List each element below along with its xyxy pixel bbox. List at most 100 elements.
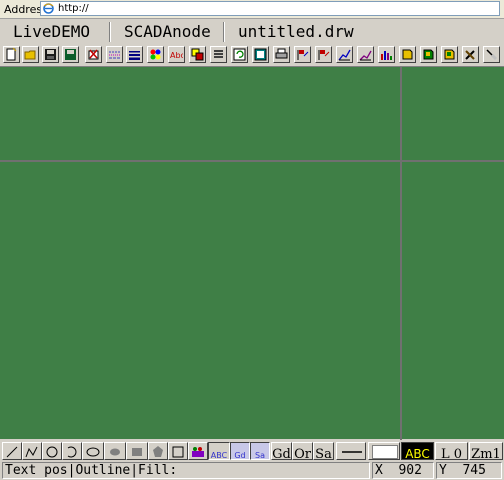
drawing-tools: ABC Gd Sa Gd Or Sa ABC L 0 Zm1 — [0, 441, 504, 462]
line-tool[interactable] — [2, 442, 22, 460]
filled-rect-tool[interactable] — [126, 442, 148, 460]
zoom-label: Zm1 — [471, 447, 501, 462]
tag-flag-2-icon — [318, 50, 330, 60]
symbol-library-icon — [192, 447, 204, 457]
color-button[interactable] — [147, 46, 164, 63]
object-button-2[interactable] — [420, 46, 437, 63]
open-button[interactable] — [22, 46, 39, 63]
grid-line-vertical — [400, 67, 402, 440]
fill-icon — [191, 48, 204, 61]
object-3-icon — [444, 49, 455, 60]
document-filename: untitled.drw — [228, 22, 504, 42]
address-bar: Address http:// — [0, 0, 504, 19]
cut-icon — [88, 49, 99, 60]
url-input[interactable]: http:// — [40, 1, 500, 16]
layer-selector[interactable]: L 0 — [435, 442, 468, 462]
layers-icon — [214, 50, 223, 58]
svg-text:Abc: Abc — [170, 51, 183, 60]
tools-button[interactable] — [462, 46, 479, 63]
open-folder-icon — [24, 50, 36, 60]
arc-tool[interactable] — [62, 442, 82, 460]
line-thickness-selector[interactable] — [336, 442, 366, 460]
help-icon — [486, 49, 498, 61]
text-button[interactable]: Abc — [168, 46, 185, 63]
text-sa-tool[interactable]: Sa — [250, 442, 270, 460]
object-icon — [402, 49, 413, 60]
object-button[interactable] — [399, 46, 416, 63]
save-icon — [45, 49, 56, 60]
save-as-icon — [65, 49, 76, 60]
status-mode-text: Text pos|Outline|Fill: — [2, 462, 370, 479]
tag-button[interactable] — [294, 46, 311, 63]
grid-line-horizontal — [0, 160, 504, 162]
grid-icon — [254, 48, 267, 61]
ellipse-tool[interactable] — [82, 442, 104, 460]
text-gd-tool[interactable]: Gd — [230, 442, 250, 460]
grid-button[interactable] — [252, 46, 269, 63]
object-2-icon — [423, 49, 434, 60]
bar-chart-icon — [381, 51, 392, 60]
text-sa-label: Sa — [255, 451, 265, 460]
trend-button-2[interactable] — [357, 46, 374, 63]
line-width-button[interactable] — [126, 46, 143, 63]
bar-chart-button[interactable] — [378, 46, 395, 63]
rectangle-tool[interactable] — [168, 442, 188, 460]
line-thickness-icon — [342, 451, 362, 453]
line-width-icon — [129, 51, 140, 60]
app-name: LiveDEMO — [3, 22, 111, 42]
circle-tool[interactable] — [42, 442, 62, 460]
trend-icon — [338, 49, 351, 61]
refresh-button[interactable] — [231, 46, 248, 63]
sa-button[interactable]: Sa — [313, 442, 334, 462]
object-button-3[interactable] — [441, 46, 458, 63]
gd-button[interactable]: Gd — [271, 442, 292, 462]
sa-label: Sa — [315, 447, 332, 462]
polyline-tool[interactable] — [22, 442, 42, 460]
font-sample-text: ABC — [405, 447, 430, 461]
tools-icon — [465, 50, 475, 60]
new-file-button[interactable] — [3, 46, 20, 63]
polyline-icon — [25, 446, 38, 458]
x-label: X — [375, 463, 383, 478]
line-style-button[interactable] — [106, 46, 123, 63]
fill-color-preview — [372, 445, 398, 459]
zoom-selector[interactable]: Zm1 — [469, 442, 503, 462]
text-gd-label: Gd — [234, 451, 246, 460]
filled-ellipse-icon — [110, 448, 120, 456]
polygon-icon — [153, 446, 163, 457]
or-label: Or — [294, 447, 311, 462]
or-button[interactable]: Or — [292, 442, 313, 462]
layers-button[interactable] — [210, 46, 227, 63]
cut-button[interactable] — [85, 46, 102, 63]
filled-ellipse-tool[interactable] — [104, 442, 126, 460]
arc-icon — [67, 446, 77, 458]
circle-icon — [46, 446, 58, 458]
fill-color-swatch[interactable] — [368, 442, 400, 460]
font-sample-button[interactable]: ABC — [401, 442, 434, 461]
tag-button-2[interactable] — [315, 46, 332, 63]
tag-flag-icon — [297, 50, 309, 60]
new-file-icon — [6, 48, 17, 61]
x-coordinate: X 902 — [372, 462, 434, 479]
save-as-button[interactable] — [62, 46, 79, 63]
gd-label: Gd — [272, 447, 291, 462]
y-coordinate: Y 745 — [436, 462, 502, 479]
symbol-tool[interactable] — [188, 442, 208, 460]
trend-2-icon — [359, 50, 372, 61]
filled-rectangle-icon — [132, 448, 142, 456]
fill-button[interactable] — [189, 46, 206, 63]
drawing-canvas[interactable] — [0, 66, 504, 440]
line-style-icon — [109, 51, 120, 59]
y-value: 745 — [462, 463, 486, 478]
layer-label: L 0 — [440, 447, 463, 462]
line-icon — [6, 446, 18, 458]
refresh-icon — [233, 48, 246, 61]
trend-button[interactable] — [336, 46, 353, 63]
title-bar: LiveDEMO SCADAnode untitled.drw — [0, 20, 504, 44]
text-abc-tool[interactable]: ABC — [208, 442, 230, 460]
text-abc-label: ABC — [210, 451, 228, 460]
print-button[interactable] — [273, 46, 290, 63]
help-button[interactable] — [483, 46, 500, 63]
polygon-tool[interactable] — [148, 442, 168, 460]
save-button[interactable] — [42, 46, 59, 63]
